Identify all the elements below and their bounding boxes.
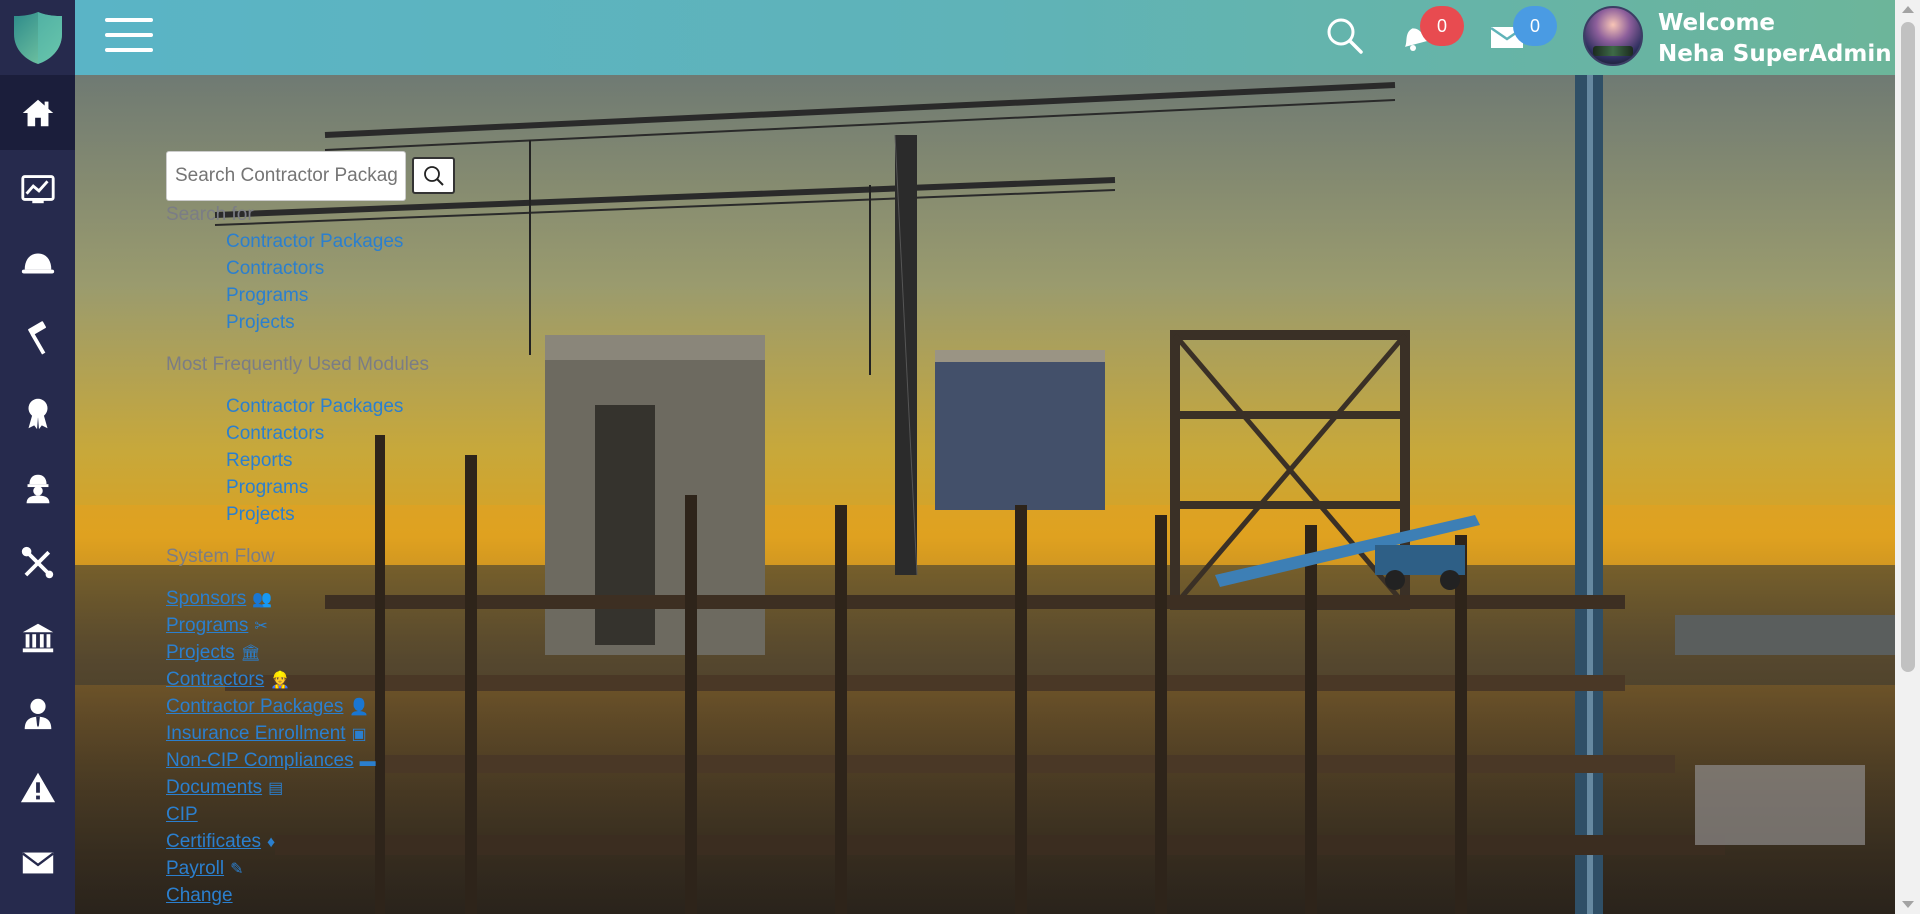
scroll-up-arrow-icon[interactable] [1902, 6, 1914, 13]
frequent-contractor-packages-link[interactable]: Contractor Packages [226, 393, 429, 420]
non-cip-compliances-icon: ▬ [359, 753, 376, 770]
search-for-list: Contractor Packages Contractors Programs… [226, 228, 429, 336]
flow-label: Projects [166, 642, 235, 663]
certificates-icon: ♦ [267, 834, 276, 851]
search-icon [1327, 18, 1363, 54]
insurance-enrollment-icon: ▣ [351, 726, 367, 743]
search-submit-button[interactable] [412, 157, 455, 194]
contractor-packages-icon: 👤 [349, 699, 370, 716]
frequent-reports-link[interactable]: Reports [226, 447, 429, 474]
header-search-button[interactable] [1325, 16, 1365, 61]
sidebar-item-safety[interactable] [0, 225, 75, 300]
search-input[interactable] [166, 151, 406, 201]
system-flow-title: System Flow [166, 546, 275, 567]
frequent-contractors-link[interactable]: Contractors [226, 420, 429, 447]
flow-non-cip-compliances-link[interactable]: Non-CIP Compliances ▬ [166, 747, 429, 774]
sidebar-item-alerts[interactable] [0, 750, 75, 825]
flow-change-link[interactable]: Change [166, 882, 429, 909]
programs-icon: ✂ [254, 618, 268, 635]
user-tie-icon [24, 698, 51, 729]
flow-contractor-packages-link[interactable]: Contractor Packages 👤 [166, 693, 429, 720]
flow-label: CIP [166, 804, 198, 825]
flow-label: Documents [166, 777, 263, 798]
welcome-label: Welcome [1658, 10, 1776, 36]
frequent-projects-link[interactable]: Projects [226, 501, 429, 528]
welcome-text: Welcome Neha SuperAdmin [1658, 8, 1892, 70]
sidebar-item-institutions[interactable] [0, 600, 75, 675]
messages-badge: 0 [1513, 6, 1557, 46]
documents-icon: ▤ [268, 780, 284, 797]
sidebar [0, 0, 75, 914]
menu-toggle-button[interactable] [105, 18, 153, 56]
avatar[interactable] [1583, 6, 1643, 66]
warning-icon [20, 772, 55, 802]
home-icon [22, 99, 53, 126]
envelope-icon [21, 852, 54, 873]
flow-insurance-enrollment-link[interactable]: Insurance Enrollment ▣ [166, 720, 429, 747]
app-logo[interactable] [0, 0, 75, 75]
flow-certificates-link[interactable]: Certificates ♦ [166, 828, 429, 855]
contractors-icon: 👷 [270, 672, 291, 689]
flow-label: Payroll [166, 858, 225, 879]
payroll-icon: ✎ [230, 861, 244, 878]
sidebar-item-dashboard[interactable] [0, 150, 75, 225]
flow-label: Non-CIP Compliances [166, 750, 354, 771]
scroll-down-arrow-icon[interactable] [1902, 901, 1914, 908]
search-for-contractor-packages-link[interactable]: Contractor Packages [226, 228, 429, 255]
sidebar-item-home[interactable] [0, 75, 75, 150]
frequent-programs-link[interactable]: Programs [226, 474, 429, 501]
notifications-badge: 0 [1420, 6, 1464, 46]
search-for-programs-link[interactable]: Programs [226, 282, 429, 309]
frequent-modules-list: Contractor Packages Contractors Reports … [226, 393, 429, 528]
flow-label: Insurance Enrollment [166, 723, 346, 744]
quick-links-panel: Search for Contractor Packages Contracto… [166, 201, 429, 909]
flow-sponsors-link[interactable]: Sponsors 👥 [166, 585, 429, 612]
search-for-title: Search for [166, 204, 254, 225]
page-scrollbar[interactable] [1895, 0, 1920, 914]
flow-label: Contractors [166, 669, 265, 690]
scrollbar-thumb[interactable] [1901, 22, 1915, 672]
flow-label: Contractor Packages [166, 696, 344, 717]
flow-label: Sponsors [166, 588, 247, 609]
sidebar-item-awards[interactable] [0, 375, 75, 450]
sidebar-item-tools[interactable] [0, 525, 75, 600]
bank-icon [22, 623, 53, 652]
search-icon [423, 165, 444, 186]
flow-contractors-link[interactable]: Contractors 👷 [166, 666, 429, 693]
shield-logo-icon [13, 11, 62, 64]
flow-label: Certificates [166, 831, 262, 852]
sidebar-item-users[interactable] [0, 675, 75, 750]
flow-documents-link[interactable]: Documents ▤ [166, 774, 429, 801]
flow-label: Change [166, 885, 233, 906]
sidebar-item-construction[interactable] [0, 300, 75, 375]
flow-cip-link[interactable]: CIP [166, 801, 429, 828]
projects-icon: 🏛 [240, 645, 261, 662]
dashboard-chart-icon [20, 174, 55, 203]
system-flow-list: Sponsors 👥 Programs ✂ Projects 🏛 Contractor… [166, 585, 429, 909]
flow-label: Programs [166, 615, 249, 636]
hammer-icon [27, 320, 46, 355]
frequent-modules-title: Most Frequently Used Modules [166, 354, 429, 375]
flow-payroll-link[interactable]: Payroll ✎ [166, 855, 429, 882]
search-for-contractors-link[interactable]: Contractors [226, 255, 429, 282]
top-header: 0 0 Welcome Neha SuperAdmin [75, 0, 1895, 75]
worker-icon [26, 474, 49, 503]
tools-icon [21, 546, 53, 578]
flow-programs-link[interactable]: Programs ✂ [166, 612, 429, 639]
flow-projects-link[interactable]: Projects 🏛 [166, 639, 429, 666]
sidebar-item-workers[interactable] [0, 450, 75, 525]
sponsors-icon: 👥 [252, 591, 273, 608]
sidebar-item-messages[interactable] [0, 825, 75, 900]
award-ribbon-icon [28, 398, 47, 429]
user-name: Neha SuperAdmin [1658, 41, 1892, 67]
search-for-projects-link[interactable]: Projects [226, 309, 429, 336]
hardhat-icon [21, 253, 54, 273]
